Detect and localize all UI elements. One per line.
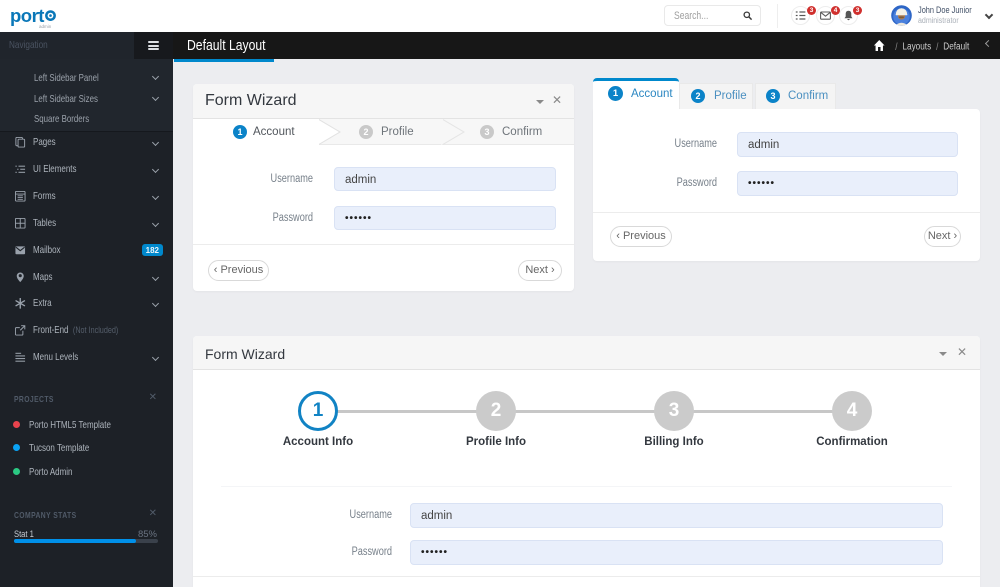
svg-text:port: port [11,5,44,26]
svg-text:admin: admin [39,24,52,29]
